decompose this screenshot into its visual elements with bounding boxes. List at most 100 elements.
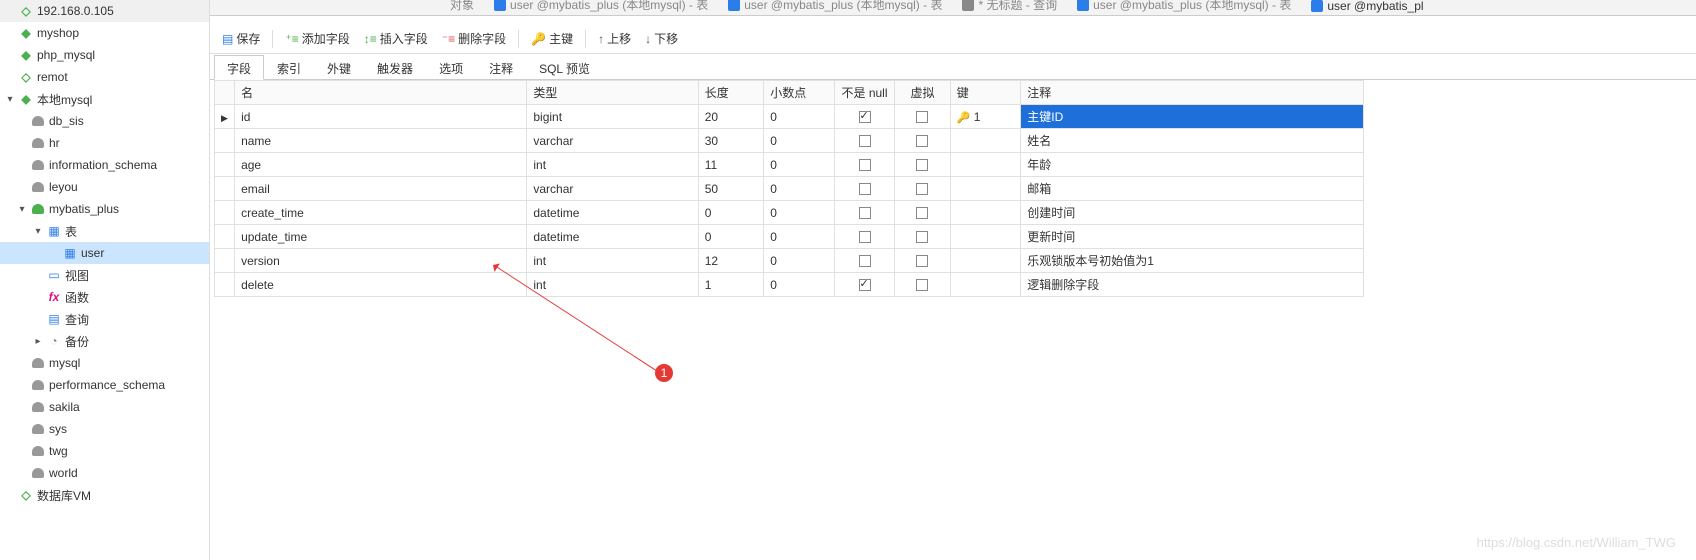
column-type-cell[interactable]: int — [527, 273, 698, 297]
column-type-cell[interactable]: varchar — [527, 129, 698, 153]
column-length-cell[interactable]: 12 — [698, 249, 764, 273]
column-type-cell[interactable]: datetime — [527, 225, 698, 249]
column-notnull-cell[interactable] — [834, 129, 894, 153]
checkbox[interactable] — [916, 159, 928, 171]
column-decimals-cell[interactable]: 0 — [764, 129, 835, 153]
delete-field-button[interactable]: ⁻≡删除字段 — [436, 28, 512, 49]
primary-key-button[interactable]: 🔑主键 — [525, 28, 579, 49]
column-decimals-cell[interactable]: 0 — [764, 177, 835, 201]
tree-item-twg[interactable]: twg — [0, 440, 209, 462]
tree-item-mybatis_plus[interactable]: ▾mybatis_plus — [0, 198, 209, 220]
tree-item-本地mysql[interactable]: ▾◆本地mysql — [0, 88, 209, 110]
checkbox[interactable] — [859, 183, 871, 195]
column-type-cell[interactable]: datetime — [527, 201, 698, 225]
column-key-cell[interactable]: 🔑 1 — [950, 105, 1021, 129]
column-comment-cell[interactable]: 创建时间 — [1021, 201, 1364, 225]
column-key-cell[interactable] — [950, 153, 1021, 177]
column-comment-cell[interactable]: 年龄 — [1021, 153, 1364, 177]
column-name-cell[interactable]: email — [235, 177, 527, 201]
column-notnull-cell[interactable] — [834, 249, 894, 273]
column-name-cell[interactable]: update_time — [235, 225, 527, 249]
column-row[interactable]: deleteint10逻辑删除字段 — [215, 273, 1364, 297]
column-length-cell[interactable]: 20 — [698, 105, 764, 129]
move-up-button[interactable]: ↑上移 — [592, 28, 637, 49]
column-key-cell[interactable] — [950, 129, 1021, 153]
subtab-选项[interactable]: 选项 — [426, 55, 476, 80]
tree-item-user[interactable]: ▦user — [0, 242, 209, 264]
column-row[interactable]: create_timedatetime00创建时间 — [215, 201, 1364, 225]
editor-tab-bar[interactable]: 对象 user @mybatis_plus (本地mysql) - 表 user… — [210, 0, 1696, 16]
subtab-SQL 预览[interactable]: SQL 预览 — [526, 55, 603, 80]
sidebar[interactable]: ◇192.168.0.105◆myshop◆php_mysql◇remot▾◆本… — [0, 0, 210, 560]
tree-item-视图[interactable]: ▭视图 — [0, 264, 209, 286]
column-notnull-cell[interactable] — [834, 273, 894, 297]
column-length-cell[interactable]: 0 — [698, 225, 764, 249]
checkbox[interactable] — [859, 279, 871, 291]
column-virtual-cell[interactable] — [895, 273, 950, 297]
checkbox[interactable] — [916, 135, 928, 147]
move-down-button[interactable]: ↓下移 — [639, 28, 684, 49]
column-row[interactable]: update_timedatetime00更新时间 — [215, 225, 1364, 249]
editor-tab-3[interactable]: * 无标题 - 查询 — [952, 0, 1067, 15]
checkbox[interactable] — [859, 207, 871, 219]
column-comment-cell[interactable]: 姓名 — [1021, 129, 1364, 153]
checkbox[interactable] — [916, 207, 928, 219]
checkbox[interactable] — [859, 111, 871, 123]
tree-item-mysql[interactable]: mysql — [0, 352, 209, 374]
column-comment-cell[interactable]: 更新时间 — [1021, 225, 1364, 249]
editor-tab-object[interactable]: 对象 — [440, 0, 484, 15]
checkbox[interactable] — [859, 231, 871, 243]
column-name-cell[interactable]: id — [235, 105, 527, 129]
editor-tab-2[interactable]: user @mybatis_plus (本地mysql) - 表 — [718, 0, 952, 15]
tree-item-函数[interactable]: fx函数 — [0, 286, 209, 308]
column-notnull-cell[interactable] — [834, 153, 894, 177]
checkbox[interactable] — [859, 135, 871, 147]
tree-item-备份[interactable]: ▸◔备份 — [0, 330, 209, 352]
column-notnull-cell[interactable] — [834, 105, 894, 129]
tree-item-sakila[interactable]: sakila — [0, 396, 209, 418]
column-name-cell[interactable]: name — [235, 129, 527, 153]
tree-item-myshop[interactable]: ◆myshop — [0, 22, 209, 44]
subtab-外键[interactable]: 外键 — [314, 55, 364, 80]
tree-item-查询[interactable]: ▤查询 — [0, 308, 209, 330]
checkbox[interactable] — [916, 279, 928, 291]
subtab-触发器[interactable]: 触发器 — [364, 55, 426, 80]
column-type-cell[interactable]: int — [527, 153, 698, 177]
tree-item-remot[interactable]: ◇remot — [0, 66, 209, 88]
column-virtual-cell[interactable] — [895, 201, 950, 225]
column-length-cell[interactable]: 1 — [698, 273, 764, 297]
column-key-cell[interactable] — [950, 249, 1021, 273]
subtab-注释[interactable]: 注释 — [476, 55, 526, 80]
column-decimals-cell[interactable]: 0 — [764, 153, 835, 177]
tree-item-leyou[interactable]: leyou — [0, 176, 209, 198]
column-notnull-cell[interactable] — [834, 225, 894, 249]
add-field-button[interactable]: ⁺≡添加字段 — [279, 28, 355, 49]
columns-grid[interactable]: 名 类型 长度 小数点 不是 null 虚拟 键 注释 ▶idbigint200… — [210, 80, 1696, 560]
editor-tab-4[interactable]: user @mybatis_plus (本地mysql) - 表 — [1067, 0, 1301, 15]
save-button[interactable]: ▤保存 — [216, 28, 266, 49]
column-length-cell[interactable]: 11 — [698, 153, 764, 177]
editor-tab-5[interactable]: user @mybatis_pl — [1301, 0, 1433, 15]
column-key-cell[interactable] — [950, 177, 1021, 201]
column-virtual-cell[interactable] — [895, 129, 950, 153]
column-row[interactable]: namevarchar300 姓名 — [215, 129, 1364, 153]
column-name-cell[interactable]: create_time — [235, 201, 527, 225]
subtab-索引[interactable]: 索引 — [264, 55, 314, 80]
tree-item-world[interactable]: world — [0, 462, 209, 484]
tree-item-php_mysql[interactable]: ◆php_mysql — [0, 44, 209, 66]
column-decimals-cell[interactable]: 0 — [764, 105, 835, 129]
column-length-cell[interactable]: 30 — [698, 129, 764, 153]
column-key-cell[interactable] — [950, 201, 1021, 225]
column-virtual-cell[interactable] — [895, 105, 950, 129]
column-virtual-cell[interactable] — [895, 153, 950, 177]
column-comment-cell[interactable]: 主键ID — [1021, 105, 1364, 129]
checkbox[interactable] — [916, 231, 928, 243]
tree-item-表[interactable]: ▾▦表 — [0, 220, 209, 242]
column-name-cell[interactable]: version — [235, 249, 527, 273]
column-decimals-cell[interactable]: 0 — [764, 225, 835, 249]
checkbox[interactable] — [859, 159, 871, 171]
checkbox[interactable] — [916, 111, 928, 123]
column-row[interactable]: ▶idbigint200🔑 1主键ID — [215, 105, 1364, 129]
column-virtual-cell[interactable] — [895, 225, 950, 249]
checkbox[interactable] — [859, 255, 871, 267]
